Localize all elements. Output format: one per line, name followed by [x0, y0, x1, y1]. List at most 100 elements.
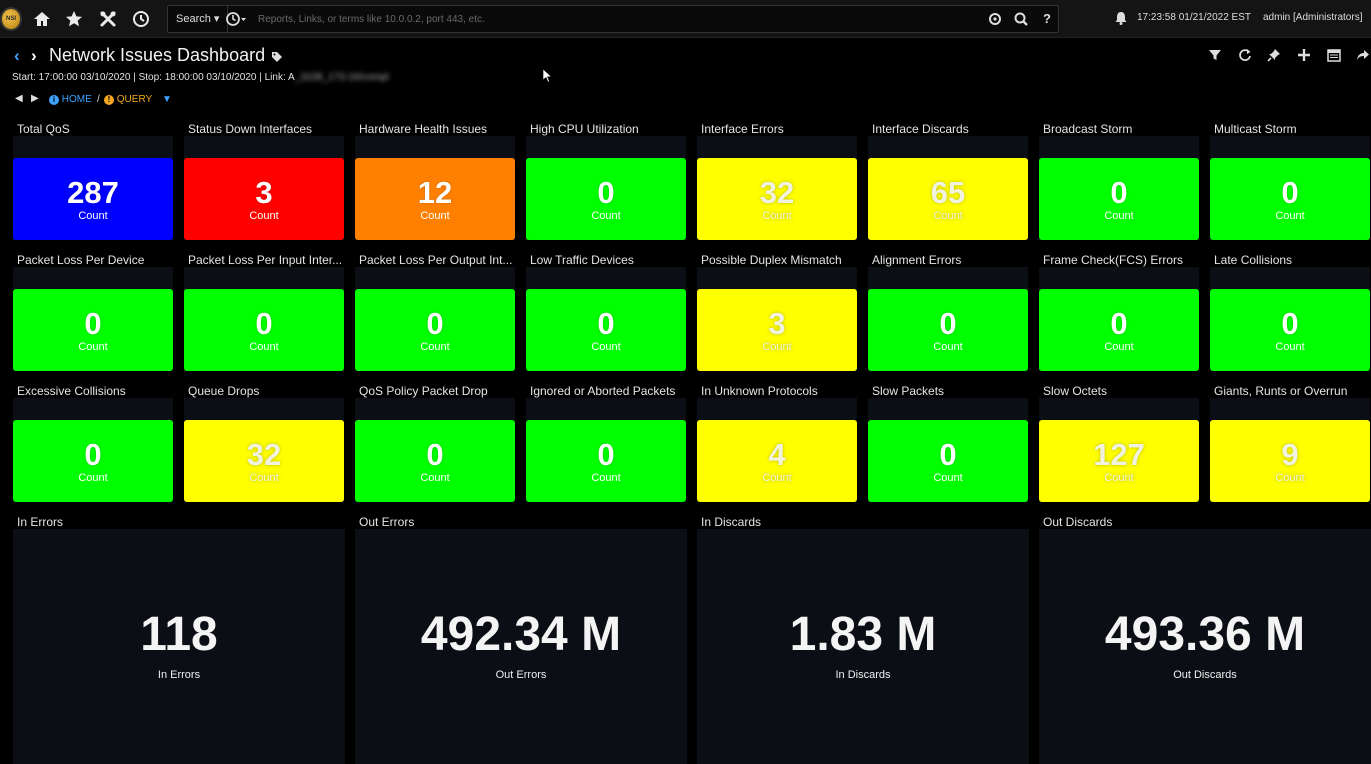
- current-datetime: 17:23:58 01/21/2022 EST: [1137, 12, 1251, 23]
- search-icon[interactable]: [1012, 10, 1030, 28]
- tile-value: 3: [768, 305, 786, 341]
- favorites-star-icon[interactable]: [64, 9, 84, 29]
- tile-value: 4: [768, 436, 786, 472]
- metric-tile[interactable]: 0 Count: [526, 289, 686, 371]
- metric-tile[interactable]: 65 Count: [868, 158, 1028, 240]
- tile-title: Broadcast Storm: [1043, 122, 1133, 136]
- app-logo[interactable]: NSI: [0, 7, 22, 31]
- tile-value: 0: [597, 305, 615, 341]
- search-scope-select[interactable]: Search ▾: [168, 6, 229, 32]
- breadcrumb-query-label: QUERY: [116, 94, 153, 105]
- info-icon: i: [49, 95, 59, 105]
- search-history-icon[interactable]: [224, 10, 248, 28]
- notifications-bell-icon[interactable]: [1113, 10, 1129, 26]
- tile-unit: Count: [762, 471, 792, 484]
- forward-arrow-icon[interactable]: ›: [31, 46, 37, 66]
- tag-icon[interactable]: [271, 50, 283, 62]
- pin-icon[interactable]: [1267, 48, 1283, 64]
- metric-tile[interactable]: 127 Count: [1039, 420, 1199, 502]
- tile-value: 0: [597, 436, 615, 472]
- metric-tile[interactable]: 0 Count: [526, 158, 686, 240]
- help-icon[interactable]: ?: [1038, 10, 1056, 28]
- metric-tile[interactable]: 32 Count: [184, 420, 344, 502]
- home-icon[interactable]: [32, 9, 52, 29]
- mouse-cursor-icon: [543, 69, 553, 83]
- summary-panel[interactable]: 1.83 M In Discards: [697, 529, 1029, 764]
- metric-tile[interactable]: 12 Count: [355, 158, 515, 240]
- tile-title: Slow Octets: [1043, 384, 1108, 398]
- summary-panel[interactable]: 493.36 M Out Discards: [1039, 529, 1371, 764]
- search-scope-label: Search: [176, 13, 211, 25]
- tile-value: 0: [939, 305, 957, 341]
- panel-value: 1.83 M: [789, 608, 937, 661]
- breadcrumb-back-icon[interactable]: ◀: [15, 93, 23, 104]
- share-icon[interactable]: [1356, 48, 1371, 64]
- time-range-text: Start: 17:00:00 03/10/2020 | Stop: 18:00…: [12, 72, 295, 83]
- tile-value: 0: [426, 436, 444, 472]
- tile-value: 0: [1281, 174, 1299, 210]
- summary-panel[interactable]: 492.34 M Out Errors: [355, 529, 687, 764]
- breadcrumb-query[interactable]: ! QUERY: [104, 94, 152, 105]
- metric-tile[interactable]: 0 Count: [1210, 158, 1370, 240]
- summary-panel[interactable]: 118 In Errors: [13, 529, 345, 764]
- breadcrumb-dropdown-icon[interactable]: ▼: [162, 94, 172, 105]
- search-options-icon[interactable]: [986, 10, 1004, 28]
- tile-title: Interface Discards: [872, 122, 969, 136]
- tile-unit: Count: [1275, 209, 1305, 222]
- metric-tile[interactable]: 32 Count: [697, 158, 857, 240]
- breadcrumb-home[interactable]: i HOME: [49, 94, 92, 105]
- tile-unit: Count: [420, 209, 450, 222]
- tile-unit: Count: [1275, 340, 1305, 353]
- refresh-icon[interactable]: [1238, 48, 1254, 64]
- metric-tile[interactable]: 0 Count: [355, 420, 515, 502]
- search-bar: Search ▾ ?: [167, 5, 1059, 33]
- metric-tile[interactable]: 0 Count: [355, 289, 515, 371]
- tile-value: 32: [759, 174, 795, 210]
- metric-tile[interactable]: 0 Count: [868, 420, 1028, 502]
- tile-unit: Count: [249, 209, 279, 222]
- metric-tile[interactable]: 0 Count: [1039, 158, 1199, 240]
- metric-tile[interactable]: 3 Count: [697, 289, 857, 371]
- tile-unit: Count: [762, 209, 792, 222]
- metric-tile[interactable]: 0 Count: [184, 289, 344, 371]
- clock-icon[interactable]: [131, 9, 151, 29]
- metric-tile[interactable]: 0 Count: [868, 289, 1028, 371]
- metric-tile[interactable]: 3 Count: [184, 158, 344, 240]
- tile-unit: Count: [1104, 209, 1134, 222]
- tile-value: 3: [255, 174, 273, 210]
- filter-icon[interactable]: [1208, 48, 1224, 64]
- metric-tile[interactable]: 0 Count: [526, 420, 686, 502]
- calendar-icon[interactable]: [1327, 48, 1343, 64]
- metric-tile[interactable]: 287 Count: [13, 158, 173, 240]
- tile-title: Frame Check(FCS) Errors: [1043, 253, 1184, 267]
- tile-title: Status Down Interfaces: [188, 122, 313, 136]
- search-input[interactable]: [258, 8, 978, 30]
- metric-tile[interactable]: 0 Count: [1210, 289, 1370, 371]
- tile-title: Total QoS: [17, 122, 70, 136]
- tile-title: In Unknown Protocols: [701, 384, 818, 398]
- tile-title: QoS Policy Packet Drop: [359, 384, 488, 398]
- breadcrumb-home-label: HOME: [61, 94, 92, 105]
- panel-title: In Errors: [17, 515, 64, 529]
- user-menu[interactable]: admin [Administrators]: [1263, 12, 1362, 23]
- tile-unit: Count: [420, 340, 450, 353]
- tile-title: Packet Loss Per Input Inter...: [188, 253, 343, 267]
- metric-tile[interactable]: 4 Count: [697, 420, 857, 502]
- metric-tile[interactable]: 0 Count: [1039, 289, 1199, 371]
- breadcrumb-forward-icon[interactable]: ▶: [31, 93, 39, 104]
- back-arrow-icon[interactable]: ‹: [14, 46, 20, 66]
- tile-value: 12: [417, 174, 453, 210]
- metric-tile[interactable]: 0 Count: [13, 420, 173, 502]
- tools-icon[interactable]: [98, 9, 118, 29]
- tile-unit: Count: [762, 340, 792, 353]
- tile-title: Late Collisions: [1214, 253, 1293, 267]
- tile-value: 0: [1110, 305, 1128, 341]
- add-icon[interactable]: [1297, 48, 1313, 64]
- tile-unit: Count: [78, 209, 108, 222]
- metric-tile[interactable]: 0 Count: [13, 289, 173, 371]
- panel-unit: In Discards: [835, 669, 891, 681]
- tile-value: 9: [1281, 436, 1299, 472]
- tile-title: Hardware Health Issues: [359, 122, 488, 136]
- metric-tile[interactable]: 9 Count: [1210, 420, 1370, 502]
- tile-title: Ignored or Aborted Packets: [530, 384, 676, 398]
